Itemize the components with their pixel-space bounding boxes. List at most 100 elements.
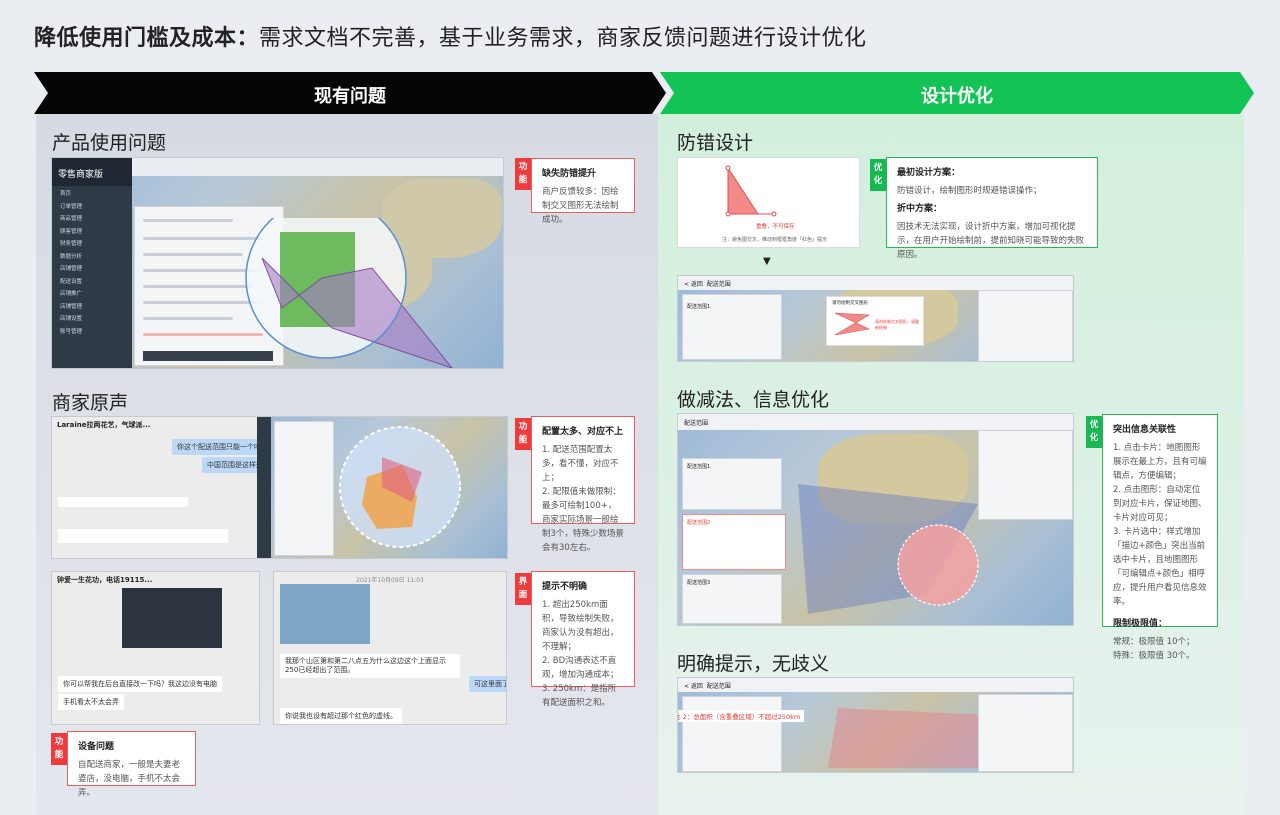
callout-info-relation: 突出信息关联性 1. 点击卡片：地图图形展示在最上方，且有可编辑点，方便编辑； … bbox=[1102, 414, 1218, 661]
banner-design-optimization: 设计优化 bbox=[660, 72, 1254, 114]
callout-body: 因技术无法实现，设计折中方案，增加可视化提示，在用户开始绘制前，提前知晓可能导致… bbox=[897, 222, 1085, 260]
callout-body: 常规：极限值 10个； 特殊：极限值 30个。 bbox=[1113, 637, 1195, 661]
screenshot-header: < 返回 配送范围 bbox=[678, 678, 1073, 692]
error-hint-screenshot: < 返回 配送范围 配送范围1 请勿绘制交叉图形 请勿绘制交叉图形，请重新绘制 bbox=[677, 275, 1074, 362]
map-overlap-drawing bbox=[339, 426, 461, 548]
sidebar-item[interactable]: 店铺设置 bbox=[52, 311, 132, 324]
error-popup: 请勿绘制交叉图形 请勿绘制交叉图形，请重新绘制 bbox=[826, 296, 924, 346]
range-settings-panel bbox=[978, 694, 1073, 772]
sidebar-list: 首页 订单管理 商品管理 顾客管理 财务管理 数据分析 店铺管理 配送设置 店铺推广 店铺管理 店铺… bbox=[52, 186, 132, 336]
chat-bubble bbox=[58, 497, 188, 507]
section-title-merchant-voice: 商家原声 bbox=[52, 392, 129, 414]
section-title-simplify: 做减法、信息优化 bbox=[677, 389, 830, 411]
callout-body: 自配送商家，一般是夫妻老婆店，没电脑，手机不太会弄。 bbox=[78, 760, 181, 798]
screenshot-header: 配送范围 bbox=[678, 414, 1073, 430]
sidebar-item[interactable]: 账号管理 bbox=[52, 324, 132, 337]
range-item[interactable]: 配送范围1 bbox=[683, 295, 781, 318]
callout-title: 折中方案： bbox=[897, 204, 943, 214]
headline-rest: 需求文档不完善，基于业务需求，商家反馈问题进行设计优化 bbox=[259, 26, 867, 51]
callout-tag-feature-1: 功能 bbox=[515, 158, 531, 190]
admin-map-screenshot: 零售商家版 首页 订单管理 商品管理 顾客管理 财务管理 数据分析 店铺管理 配送设置 店铺推广… bbox=[51, 157, 504, 369]
callout-title: 配置太多、对应不上 bbox=[542, 427, 624, 437]
down-arrow-icon: ▼ bbox=[763, 256, 771, 267]
sidebar-item[interactable]: 订单管理 bbox=[52, 199, 132, 212]
callout-title: 限制极限值： bbox=[1113, 619, 1168, 629]
range-settings-panel bbox=[978, 430, 1073, 520]
range-card-title: 配送范围1 bbox=[687, 464, 711, 470]
sidebar-item[interactable]: 店铺管理 bbox=[52, 299, 132, 312]
chat-bubble bbox=[58, 529, 228, 543]
screenshot-title: 配送范围 bbox=[706, 683, 731, 690]
area-limit-tip: 注 2：总面积（含重叠区域）不超过250km bbox=[678, 710, 805, 722]
sidebar-item[interactable]: 财务管理 bbox=[52, 236, 132, 249]
crossed-shape-drawing bbox=[725, 165, 777, 217]
callout-body: 1. 配送范围配置太多，看不懂，对应不上； 2. 配限值未做限制：最多可绘制10… bbox=[542, 445, 624, 553]
headline-bold: 降低使用门槛及成本： bbox=[34, 26, 260, 51]
sidebar-item[interactable]: 店铺推广 bbox=[52, 286, 132, 299]
chat-bubble: 你可以帮我在后台直接改一下吗？我这边没有电脑 bbox=[58, 676, 222, 692]
error-demo-note: 注：避免图交叉，推动到框框角度「红色」提示 bbox=[722, 237, 828, 243]
callout-title: 缺失防错提升 bbox=[542, 169, 597, 179]
chat-divider bbox=[257, 417, 271, 558]
callout-body: 1. 超出250km面积，导致绘制失败，商家认为没有超出，不理解； 2. BD沟… bbox=[542, 600, 619, 708]
range-card[interactable]: 配送范围3 bbox=[682, 574, 782, 624]
range-list-panel: 配送范围1 bbox=[682, 294, 782, 360]
callout-error-prevention-plan: 最初设计方案： 防错设计，绘制图形时规避错误操作； 折中方案： 因技术无法实现，… bbox=[886, 157, 1098, 260]
chat-bubble: 我那个山区第和第二八点五为什么这边这个上面显示250已经超出了范围。 bbox=[280, 654, 460, 678]
callout-tag-optimize-2: 优化 bbox=[1086, 416, 1102, 448]
chat-bubble: 可这里面了啊 bbox=[469, 676, 506, 692]
admin-map-drawing bbox=[245, 218, 453, 368]
sidebar-item[interactable]: 首页 bbox=[52, 186, 132, 199]
section-title-usage-problems: 产品使用问题 bbox=[52, 132, 167, 154]
chat-window: Laraine拉两花艺，气球派... 你这个配送范围只能一个吗 中国范围是这样规 bbox=[52, 417, 268, 558]
callout-tag-optimize-1: 优化 bbox=[870, 159, 886, 191]
simplified-range-screenshot: 配送范围 配送范围1 配送范围2 配送范围3 bbox=[677, 413, 1074, 626]
banner-current-problems: 现有问题 bbox=[34, 72, 666, 114]
popup-shape bbox=[834, 312, 871, 336]
callout-device-issue: 设备问题 自配送商家，一般是夫妻老婆店，没电脑，手机不太会弄。 bbox=[67, 731, 196, 798]
range-settings-panel bbox=[978, 290, 1073, 361]
screenshot-title: 配送范围 bbox=[684, 420, 709, 427]
banner-right-label: 设计优化 bbox=[921, 86, 993, 107]
callout-unclear-hint: 提示不明确 1. 超出250km面积，导致绘制失败，商家认为没有超出，不理解； … bbox=[531, 571, 635, 708]
callout-missing-error-prevention: 缺失防错提升 商户反馈较多：因绘制交叉图形无法绘制成功。 bbox=[531, 158, 635, 225]
sidebar-item[interactable]: 配送设置 bbox=[52, 274, 132, 287]
screenshot-header: < 返回 配送范围 bbox=[678, 276, 1073, 290]
range-card-selected[interactable]: 配送范围2 bbox=[682, 514, 786, 570]
section-title-clear-hints: 明确提示，无歧义 bbox=[677, 653, 830, 675]
callout-tag-feature-3: 功能 bbox=[51, 733, 67, 765]
sidebar-item[interactable]: 数据分析 bbox=[52, 249, 132, 262]
range-card[interactable]: 配送范围1 bbox=[682, 458, 782, 510]
callout-body: 商户反馈较多：因绘制交叉图形无法绘制成功。 bbox=[542, 187, 619, 225]
chat-title: Laraine拉两花艺，气球派... bbox=[57, 421, 151, 429]
admin-sidebar: 零售商家版 首页 订单管理 商品管理 顾客管理 财务管理 数据分析 店铺管理 配送设置 店铺推广… bbox=[52, 158, 132, 368]
app-name: 零售商家版 bbox=[52, 158, 132, 186]
callout-too-many-configs: 配置太多、对应不上 1. 配送范围配置太多，看不懂，对应不上； 2. 配限值未做… bbox=[531, 416, 635, 553]
chat-bubble: 手机看太不太会弄 bbox=[58, 694, 124, 710]
chat-title: 钟爱一生花功，电话19115... bbox=[57, 576, 153, 584]
wechat-screenshot-2: 2021年10月09日 11:03 我那个山区第和第二八点五为什么这边这个上面显… bbox=[273, 571, 507, 725]
popup-body: 请勿绘制交叉图形，请重新绘制 bbox=[875, 319, 919, 330]
error-demo-card: 重叠，不可保存 注：避免图交叉，推动到框框角度「红色」提示 bbox=[677, 157, 860, 248]
callout-title: 突出信息关联性 bbox=[1113, 425, 1177, 435]
callout-title: 提示不明确 bbox=[542, 582, 588, 592]
callout-title: 设备问题 bbox=[78, 742, 115, 752]
range-card-title: 配送范围3 bbox=[687, 580, 711, 586]
screenshot-title: 配送范围 bbox=[706, 281, 731, 288]
callout-tag-ui: 界面 bbox=[515, 573, 531, 605]
selected-range-circle bbox=[897, 524, 979, 606]
callout-title: 最初设计方案： bbox=[897, 168, 961, 178]
sidebar-item[interactable]: 顾客管理 bbox=[52, 224, 132, 237]
sidebar-item[interactable]: 店铺管理 bbox=[52, 261, 132, 274]
back-link[interactable]: < 返回 bbox=[684, 683, 703, 690]
chat-bubble: 你这个配送范围只能一个吗 bbox=[172, 439, 266, 455]
back-link[interactable]: < 返回 bbox=[684, 281, 703, 288]
range-card-title: 配送范围2 bbox=[687, 520, 711, 526]
admin-topbar bbox=[132, 158, 503, 176]
chat-map-screenshot: Laraine拉两花艺，气球派... 你这个配送范围只能一个吗 中国范围是这样规 bbox=[51, 416, 508, 559]
sidebar-item[interactable]: 商品管理 bbox=[52, 211, 132, 224]
popup-title: 请勿绘制交叉图形 bbox=[832, 301, 868, 306]
chat-image-attachment bbox=[280, 584, 370, 644]
callout-body: 1. 点击卡片：地图图形展示在最上方，且有可编辑点，方便编辑； 2. 点击图形：… bbox=[1113, 443, 1207, 607]
chat-bubble: 你说我也设有超过那个红色的虚线。 bbox=[280, 708, 402, 724]
